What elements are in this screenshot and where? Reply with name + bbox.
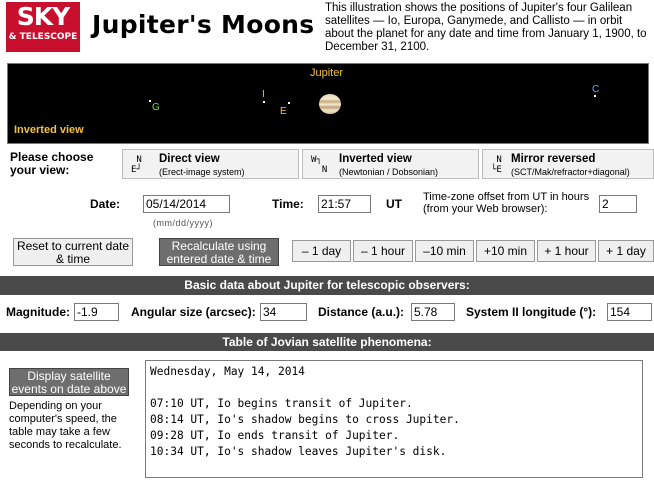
plus-1-hour-button[interactable]: + 1 hour bbox=[537, 240, 596, 262]
view-option-sub: (SCT/Mak/refractor+diagonal) bbox=[511, 167, 630, 177]
mirror-reversed-button[interactable]: N └E Mirror reversed (SCT/Mak/refractor+… bbox=[482, 149, 654, 179]
recalculate-button[interactable]: Recalculate using entered date & time bbox=[159, 238, 279, 266]
minus-1-hour-button[interactable]: – 1 hour bbox=[353, 240, 413, 262]
view-mode-label: Inverted view bbox=[14, 124, 84, 136]
speed-note: Depending on your computer's speed, the … bbox=[9, 400, 122, 451]
date-format-hint: (mm/dd/yyyy) bbox=[153, 218, 213, 228]
view-option-sub: (Newtonian / Dobsonian) bbox=[339, 167, 439, 177]
logo-text-sky: SKY bbox=[16, 2, 70, 31]
view-option-name: Mirror reversed bbox=[511, 153, 596, 165]
ganymede-dot bbox=[149, 100, 151, 102]
reset-date-button[interactable]: Reset to current date & time bbox=[13, 238, 133, 266]
timezone-label: Time-zone offset from UT in hours (from … bbox=[423, 191, 590, 215]
europa-label: E bbox=[280, 106, 287, 117]
magnitude-field[interactable] bbox=[74, 303, 119, 321]
basic-data-heading: Basic data about Jupiter for telescopic … bbox=[0, 276, 654, 295]
distance-field[interactable] bbox=[411, 303, 455, 321]
distance-label: Distance (a.u.): bbox=[318, 305, 405, 319]
view-prompt: Please choose your view: bbox=[10, 150, 94, 177]
longitude-label: System II longitude (°): bbox=[466, 305, 597, 319]
minus-1-day-button[interactable]: – 1 day bbox=[292, 240, 351, 262]
ut-label: UT bbox=[386, 197, 402, 211]
callisto-dot bbox=[594, 95, 596, 97]
display-events-button[interactable]: Display satellite events on date above bbox=[9, 368, 129, 396]
sky-telescope-logo[interactable]: SKY & TELESCOPE bbox=[6, 2, 80, 52]
direct-view-button[interactable]: N E┘ Direct view (Erect-image system) bbox=[122, 149, 299, 179]
plus-10-min-button[interactable]: +10 min bbox=[476, 240, 535, 262]
date-label: Date: bbox=[90, 197, 121, 211]
io-label: I bbox=[262, 89, 265, 100]
ganymede-label: G bbox=[152, 102, 160, 113]
phenomena-textarea[interactable]: Wednesday, May 14, 2014 07:10 UT, Io beg… bbox=[145, 360, 643, 478]
angular-size-label: Angular size (arcsec): bbox=[131, 305, 256, 319]
view-option-name: Inverted view bbox=[339, 153, 412, 165]
page-title: Jupiter's Moons bbox=[92, 10, 315, 39]
time-input[interactable] bbox=[318, 195, 371, 213]
io-dot bbox=[263, 101, 265, 103]
timezone-offset-input[interactable] bbox=[599, 195, 637, 213]
callisto-label: C bbox=[592, 84, 600, 95]
orientation-icon: W┐ N bbox=[311, 155, 328, 175]
jupiter-moons-diagram: Jupiter G I E C Inverted view bbox=[7, 63, 649, 144]
plus-1-day-button[interactable]: + 1 day bbox=[598, 240, 654, 262]
view-option-sub: (Erect-image system) bbox=[159, 167, 245, 177]
jupiter-label: Jupiter bbox=[310, 67, 344, 79]
longitude-field[interactable] bbox=[607, 303, 652, 321]
intro-text: This illustration shows the positions of… bbox=[325, 2, 647, 53]
jupiter-disk bbox=[319, 94, 341, 114]
magnitude-label: Magnitude: bbox=[6, 305, 70, 319]
europa-dot bbox=[288, 102, 290, 104]
view-option-name: Direct view bbox=[159, 153, 220, 165]
minus-10-min-button[interactable]: –10 min bbox=[415, 240, 474, 262]
orientation-icon: N E┘ bbox=[131, 155, 142, 175]
inverted-view-button[interactable]: W┐ N Inverted view (Newtonian / Dobsonia… bbox=[302, 149, 479, 179]
orientation-icon: N └E bbox=[491, 155, 502, 175]
time-label: Time: bbox=[272, 197, 304, 211]
angular-size-field[interactable] bbox=[260, 303, 307, 321]
date-input[interactable] bbox=[143, 195, 230, 213]
logo-text-telescope: & TELESCOPE bbox=[8, 32, 78, 42]
phenomena-heading: Table of Jovian satellite phenomena: bbox=[0, 333, 654, 351]
